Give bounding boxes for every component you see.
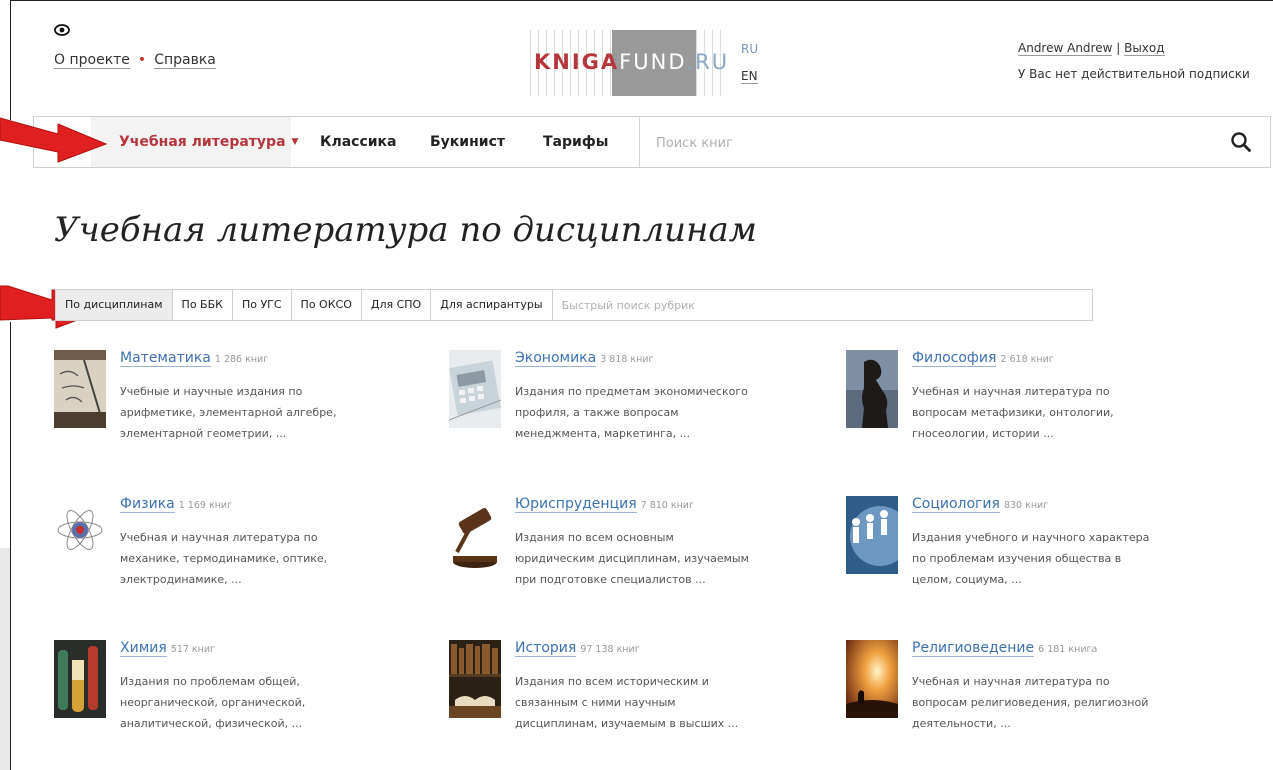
category-description: Учебные и научные издания по арифметике,… — [120, 385, 337, 440]
history-thumbnail[interactable] — [449, 640, 501, 718]
book-count: 3 818 книг — [600, 354, 654, 365]
math-thumbnail[interactable] — [54, 350, 106, 428]
category-link[interactable]: Религиоведение — [912, 640, 1035, 657]
book-count: 6 181 книга — [1038, 644, 1098, 655]
about-link[interactable]: О проекте — [54, 52, 130, 69]
category-description: Издания учебного и научного характера по… — [912, 531, 1150, 586]
category-link[interactable]: Химия — [120, 640, 167, 657]
eye-icon[interactable] — [54, 24, 70, 36]
nav-item-classics[interactable]: Классика — [320, 134, 397, 150]
book-count: 1 169 книг — [178, 500, 233, 511]
category-link[interactable]: История — [515, 640, 577, 657]
search-icon[interactable] — [1230, 131, 1252, 153]
category-description: Учебная и научная литература по вопросам… — [912, 675, 1149, 730]
sociology-thumbnail[interactable] — [846, 496, 898, 574]
tab-postgrad[interactable]: Для аспирантуры — [431, 290, 553, 320]
book-count: 2 618 книг — [1000, 354, 1054, 365]
category-description: Учебная и научная литература по вопросам… — [912, 385, 1114, 440]
subscription-status: У Вас нет действительной подписки — [1018, 67, 1250, 81]
category-description: Издания по всем историческим и связанным… — [515, 675, 739, 730]
user-info: Andrew Andrew | Выход — [1018, 41, 1165, 56]
help-link[interactable]: Справка — [154, 52, 216, 69]
physics-thumbnail[interactable] — [54, 496, 106, 574]
category-link[interactable]: Математика — [120, 350, 211, 367]
tab-bbk[interactable]: По ББК — [173, 290, 233, 320]
user-name-link[interactable]: Andrew Andrew — [1018, 41, 1113, 56]
tab-okso[interactable]: По ОКСО — [292, 290, 362, 320]
page-frame: О проекте • Справка KNIGAFUND.RU RU EN And… — [0, 0, 1273, 770]
window-left-shade — [0, 548, 10, 770]
nav-separator — [639, 117, 640, 167]
logout-link[interactable]: Выход — [1124, 41, 1165, 56]
category-title: Физика 1 169 книг — [120, 496, 233, 513]
separator-dot: • — [137, 52, 147, 68]
category-title: Математика 1 286 книг — [120, 350, 269, 367]
page-title: Учебная литература по дисциплинам — [54, 210, 757, 250]
top-links: О проекте • Справка — [54, 52, 216, 69]
law-thumbnail[interactable] — [449, 496, 501, 574]
category-link[interactable]: Социология — [912, 496, 1000, 513]
category-title: Химия 517 книг — [120, 640, 216, 657]
book-count: 7 810 книг — [640, 500, 694, 511]
filter-tabs: По дисциплинам По ББК По УГС По ОКСО Для… — [55, 289, 1093, 321]
book-search-input[interactable] — [654, 131, 1198, 155]
category-title: Юриспруденция 7 810 книг — [515, 496, 694, 513]
category-link[interactable]: Философия — [912, 350, 997, 367]
nav-item-textbooks[interactable]: Учебная литература ▼ — [119, 134, 298, 150]
tab-ugs[interactable]: По УГС — [233, 290, 292, 320]
red-arrow-annotation — [0, 117, 108, 163]
lang-en[interactable]: EN — [741, 69, 758, 84]
category-title: Философия 2 618 книг — [912, 350, 1054, 367]
book-count: 1 286 книг — [214, 354, 269, 365]
book-count: 97 138 книг — [580, 644, 640, 655]
lang-ru[interactable]: RU — [741, 42, 758, 56]
category-link[interactable]: Физика — [120, 496, 175, 513]
tab-spo[interactable]: Для СПО — [362, 290, 432, 320]
chemistry-thumbnail[interactable] — [54, 640, 106, 718]
category-description: Учебная и научная литература по механике… — [120, 531, 328, 586]
economics-thumbnail[interactable] — [449, 350, 501, 428]
category-title: Социология 830 книг — [912, 496, 1049, 513]
tab-by-discipline[interactable]: По дисциплинам — [56, 290, 173, 320]
site-logo[interactable]: KNIGAFUND.RU — [530, 30, 727, 96]
window-top-border — [10, 0, 1273, 1]
rubric-search-input[interactable] — [552, 290, 1092, 320]
nav-item-tariffs[interactable]: Тарифы — [543, 134, 608, 150]
window-left-border-lower — [10, 322, 11, 770]
nav-item-bookseller[interactable]: Букинист — [430, 134, 505, 150]
book-count: 517 книг — [170, 644, 216, 655]
window-left-border — [10, 0, 11, 120]
category-description: Издания по проблемам общей, неорганическ… — [120, 675, 306, 730]
caret-down-icon: ▼ — [291, 137, 299, 147]
category-link[interactable]: Экономика — [515, 350, 597, 367]
category-description: Издания по всем основным юридическим дис… — [515, 531, 749, 586]
main-nav: Учебная литература ▼ Классика Букинист Та… — [33, 116, 1271, 168]
logo-text: KNIGAFUND.RU — [534, 50, 730, 74]
book-count: 830 книг — [1003, 500, 1049, 511]
philosophy-thumbnail[interactable] — [846, 350, 898, 428]
religion-thumbnail[interactable] — [846, 640, 898, 718]
category-title: История 97 138 книг — [515, 640, 640, 657]
category-link[interactable]: Юриспруденция — [515, 496, 637, 513]
category-title: Экономика 3 818 книг — [515, 350, 654, 367]
category-description: Издания по предметам экономического проф… — [515, 385, 748, 440]
category-title: Религиоведение 6 181 книга — [912, 640, 1098, 657]
